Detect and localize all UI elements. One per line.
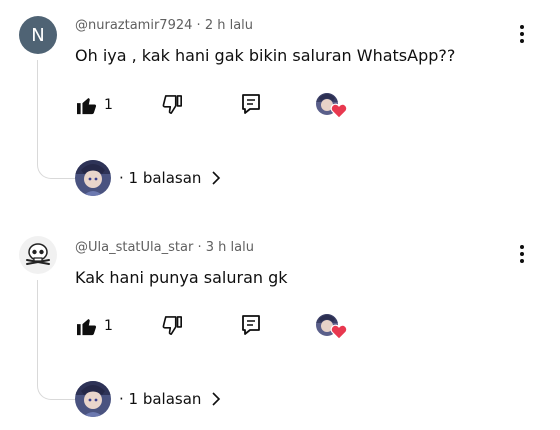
reply-button[interactable] — [241, 93, 261, 115]
replies-count: · 1 balasan — [119, 169, 202, 187]
comment-reply-icon — [242, 94, 260, 114]
thread-line — [37, 60, 76, 179]
like-count: 1 — [104, 318, 113, 334]
reply-button[interactable] — [241, 314, 261, 336]
reply-avatar — [75, 160, 111, 196]
thumbs-up-icon — [77, 98, 97, 115]
like-button[interactable]: 1 — [76, 316, 113, 336]
comment-header: @nuraztamir7924 · 2 h lalu — [75, 18, 253, 33]
comment-header: @Ula_statUla_star · 3 h lalu — [75, 240, 254, 255]
thumbs-up-icon — [77, 319, 97, 336]
thread-line — [37, 280, 76, 400]
replies-count: · 1 balasan — [119, 390, 202, 408]
username[interactable]: @Ula_statUla_star — [75, 240, 193, 255]
timestamp: 2 h lalu — [204, 18, 254, 33]
avatar-letter: N — [31, 24, 45, 46]
comment-reply-icon — [242, 315, 260, 335]
dislike-button[interactable] — [162, 95, 184, 115]
like-button[interactable]: 1 — [76, 95, 113, 115]
skull-avatar-icon — [26, 243, 50, 265]
comment-text: Kak hani punya saluran gk — [75, 268, 288, 287]
chevron-right-icon — [212, 171, 221, 185]
dislike-button[interactable] — [162, 316, 184, 336]
like-count: 1 — [104, 97, 113, 113]
avatar[interactable]: N — [19, 16, 57, 54]
chevron-right-icon — [212, 392, 221, 406]
username[interactable]: @nuraztamir7924 — [75, 18, 192, 33]
replies-toggle[interactable]: · 1 balasan — [75, 160, 223, 196]
separator: · — [196, 18, 201, 33]
timestamp: 3 h lalu — [205, 240, 254, 255]
comment-text: Oh iya , kak hani gak bikin saluran What… — [75, 46, 456, 65]
replies-toggle[interactable]: · 1 balasan — [75, 381, 223, 417]
creator-heart-icon — [315, 92, 348, 119]
thumbs-down-icon — [162, 95, 182, 114]
separator: · — [197, 240, 202, 255]
more-vertical-icon[interactable] — [512, 242, 532, 266]
creator-heart-icon — [315, 313, 348, 340]
more-vertical-icon[interactable] — [512, 22, 532, 46]
thumbs-down-icon — [162, 316, 182, 335]
reply-avatar — [75, 381, 111, 417]
avatar[interactable] — [19, 236, 57, 274]
